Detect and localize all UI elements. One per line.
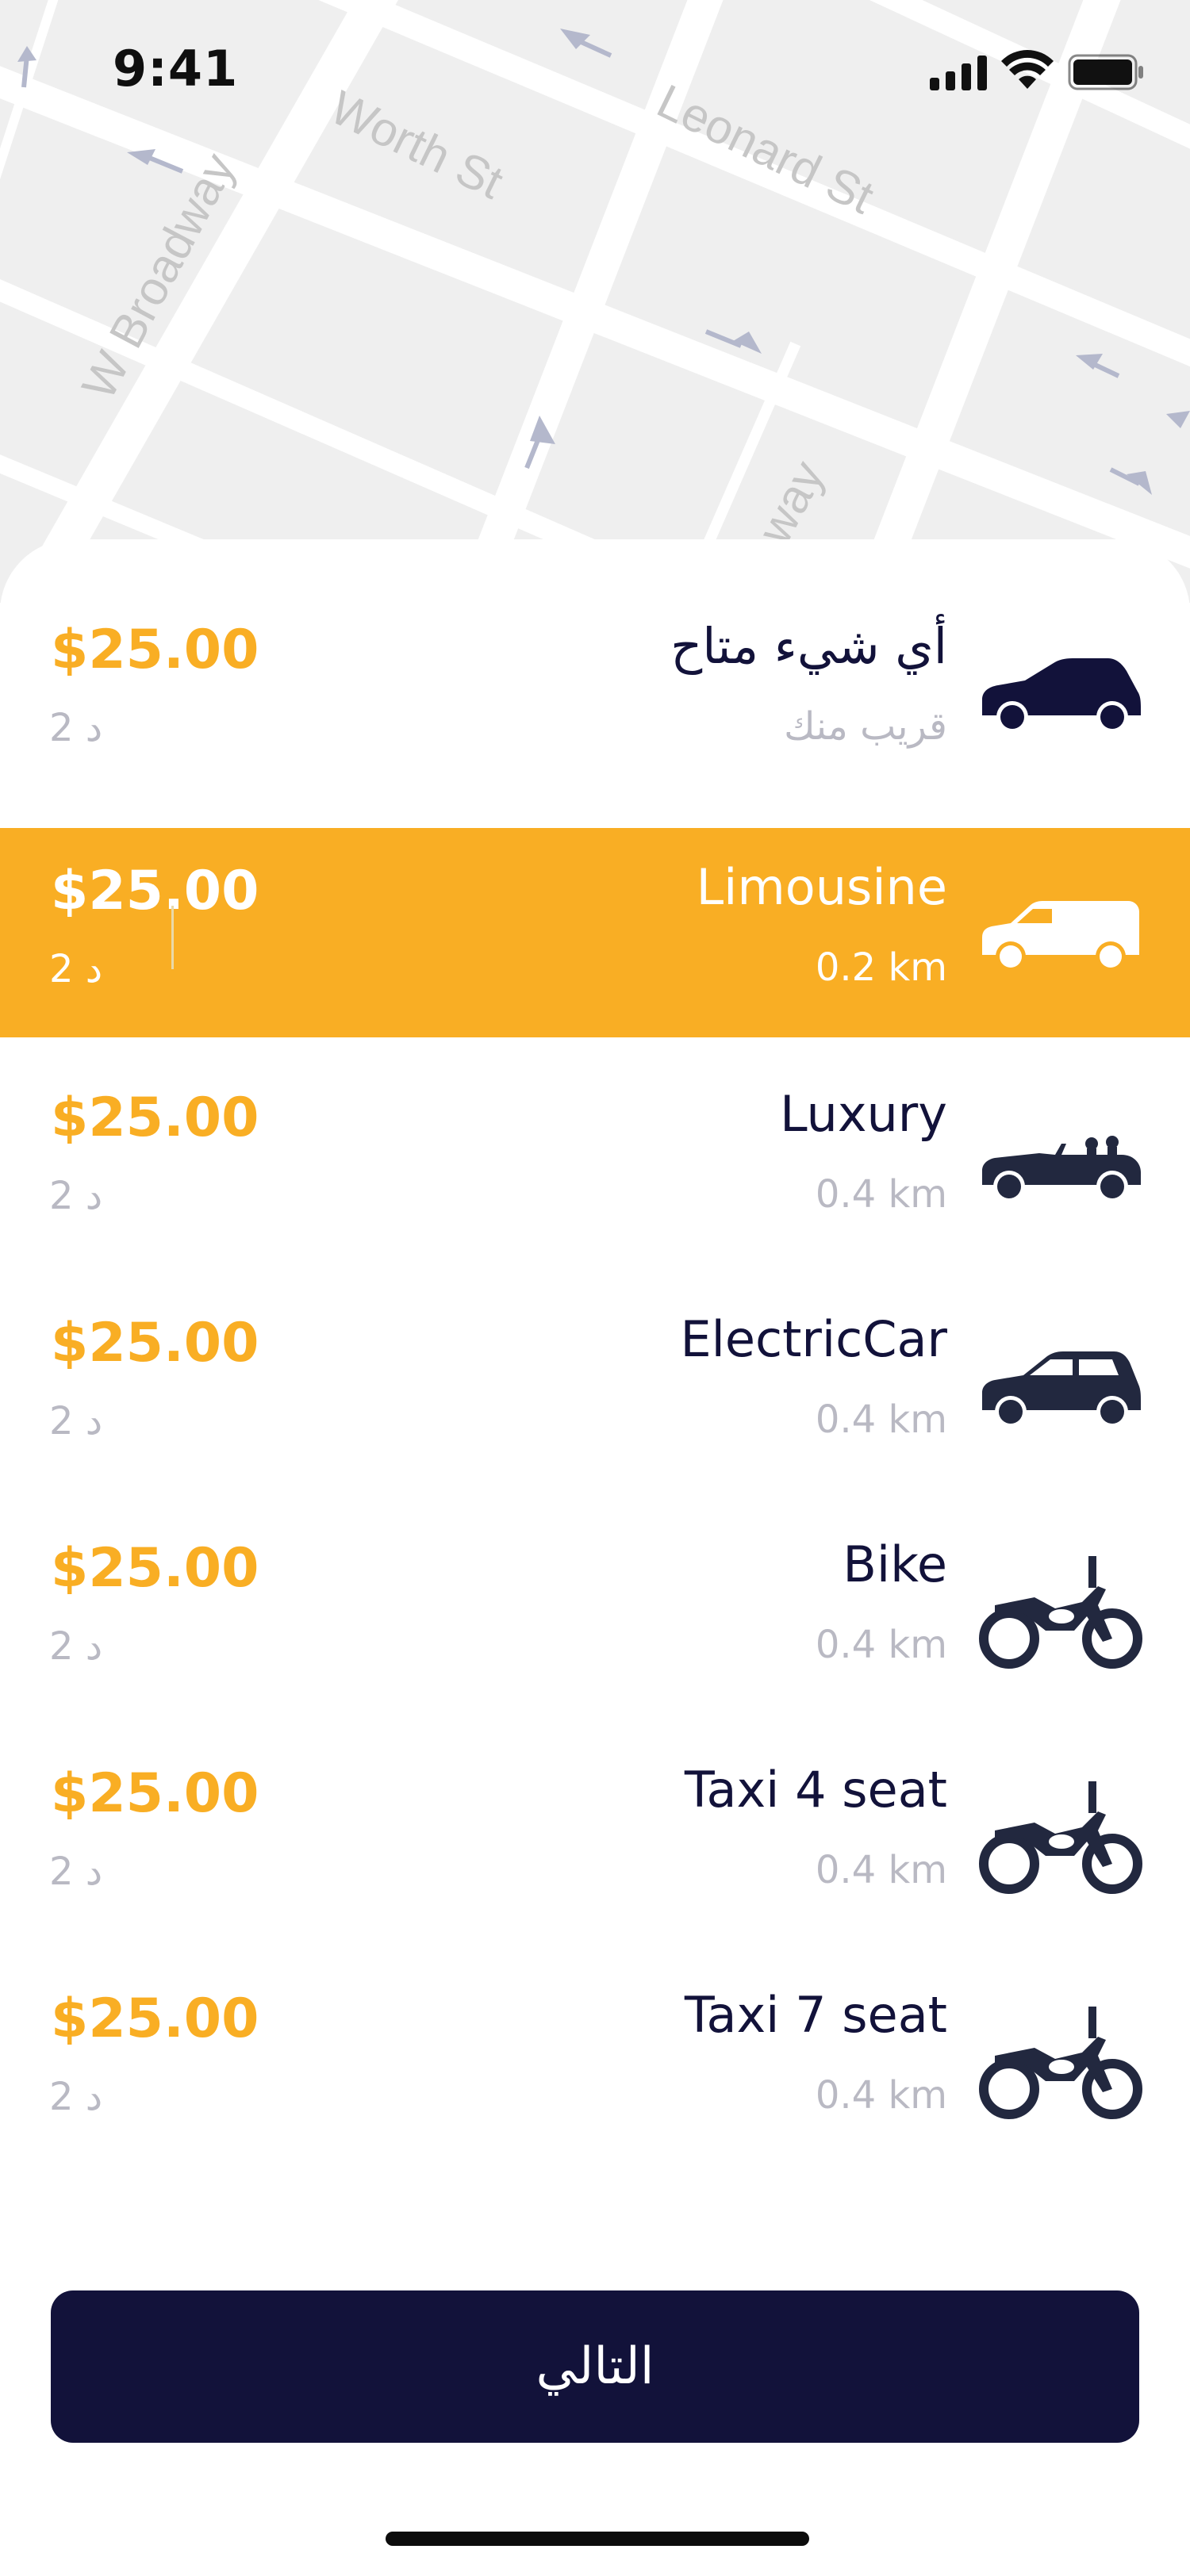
ride-price: $25.00	[51, 1087, 259, 1149]
ride-name: Taxi 4 seat	[684, 1761, 947, 1819]
convertible-car-icon	[982, 1136, 1141, 1202]
ride-name: Limousine	[696, 858, 947, 916]
street-label-broadway-fragment: way	[747, 452, 835, 553]
ride-distance: 0.4 km	[815, 2073, 947, 2118]
ride-price: $25.00	[51, 1762, 259, 1825]
ride-price: $25.00	[51, 860, 259, 922]
ride-distance: 0.4 km	[815, 1623, 947, 1667]
ride-name: Bike	[843, 1535, 947, 1593]
ride-eta: 2 د	[49, 1399, 103, 1443]
ride-option-luxury[interactable]: Luxury 0.4 km $25.00 2 د	[0, 1055, 1190, 1264]
ride-option-limousine[interactable]: Limousine 0.2 km $25.00 2 د	[0, 828, 1190, 1037]
signal-icon	[930, 56, 987, 90]
ride-option-any[interactable]: أي شيء متاح قريب منك $25.00 2 د	[0, 587, 1190, 796]
ride-price: $25.00	[51, 1988, 259, 2050]
ride-eta: 2 د	[49, 1850, 103, 1894]
ride-distance: 0.4 km	[815, 1172, 947, 1217]
ride-price: $25.00	[51, 1537, 259, 1600]
motorbike-icon	[979, 1556, 1142, 1669]
ride-name: Luxury	[780, 1085, 947, 1143]
motorbike-icon	[979, 2007, 1142, 2119]
next-button-label: التالي	[536, 2337, 654, 2396]
ride-eta: 2 د	[49, 1624, 103, 1669]
ride-distance: قريب منك	[784, 704, 947, 749]
ride-name: Taxi 7 seat	[684, 1986, 947, 2044]
ride-price: $25.00	[51, 619, 259, 681]
ride-eta: 2 د	[49, 1174, 103, 1218]
ride-price: $25.00	[51, 1312, 259, 1374]
status-time: 9:41	[113, 40, 239, 98]
status-icons	[873, 49, 1190, 97]
ride-distance: 0.4 km	[815, 1848, 947, 1892]
ride-name: أي شيء متاح	[670, 617, 947, 675]
ride-option-electriccar[interactable]: ElectricCar 0.4 km $25.00 2 د	[0, 1280, 1190, 1489]
home-indicator[interactable]	[386, 2532, 809, 2546]
ride-eta: 2 د	[49, 2075, 103, 2119]
ride-distance: 0.4 km	[815, 1397, 947, 1442]
wifi-icon	[1001, 50, 1054, 89]
text-cursor	[171, 906, 174, 969]
ride-options-sheet: أي شيء متاح قريب منك $25.00 2 د Limousin…	[0, 539, 1190, 2576]
van-icon	[982, 901, 1139, 972]
compact-car-icon	[982, 1351, 1141, 1428]
hatchback-car-icon	[982, 658, 1141, 733]
status-bar: 9:41	[0, 0, 1190, 143]
next-button[interactable]: التالي	[51, 2290, 1139, 2443]
motorbike-icon	[979, 1781, 1142, 1894]
ride-option-taxi-7-seat[interactable]: Taxi 7 seat 0.4 km $25.00 2 د	[0, 1956, 1190, 2165]
ride-eta: 2 د	[49, 706, 103, 750]
ride-distance: 0.2 km	[815, 945, 947, 990]
ride-option-taxi-4-seat[interactable]: Taxi 4 seat 0.4 km $25.00 2 د	[0, 1731, 1190, 1940]
battery-icon	[1068, 54, 1143, 90]
ride-name: ElectricCar	[680, 1310, 947, 1368]
ride-option-bike[interactable]: Bike 0.4 km $25.00 2 د	[0, 1505, 1190, 1715]
ride-eta: 2 د	[49, 947, 103, 991]
